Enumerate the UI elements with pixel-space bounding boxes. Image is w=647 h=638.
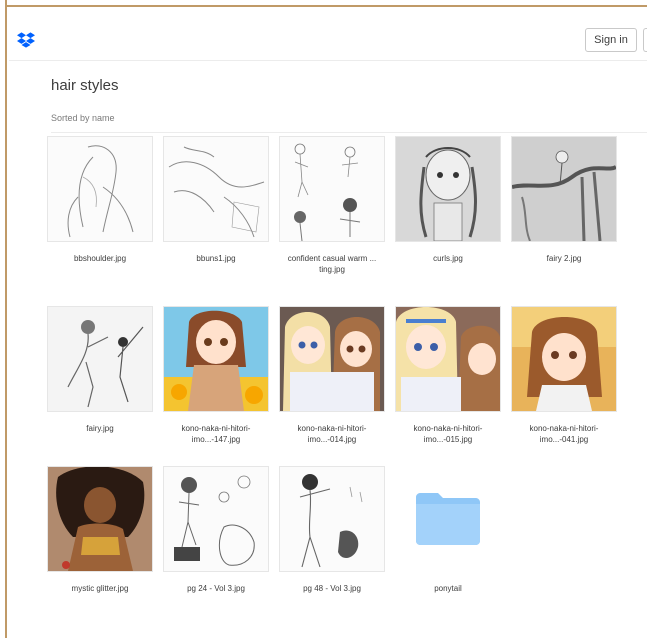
- pencil-thumbnail-icon: [512, 137, 616, 241]
- file-thumbnail[interactable]: [163, 136, 269, 242]
- file-thumbnail[interactable]: [163, 466, 269, 572]
- file-name[interactable]: pg 48 - Vol 3.jpg: [278, 583, 386, 594]
- file-thumbnail[interactable]: [511, 136, 617, 242]
- lineart-thumbnail-icon: [164, 137, 268, 241]
- file-item[interactable]: pg 24 - Vol 3.jpg: [162, 466, 270, 594]
- file-item[interactable]: curls.jpg: [394, 136, 502, 264]
- file-item[interactable]: pg 48 - Vol 3.jpg: [278, 466, 386, 594]
- file-thumbnail[interactable]: [395, 136, 501, 242]
- top-bar: Sign in: [9, 9, 647, 61]
- color-thumbnail-icon: [512, 307, 616, 411]
- file-name[interactable]: curls.jpg: [394, 253, 502, 264]
- color-thumbnail-icon: [280, 307, 384, 411]
- file-name[interactable]: fairy.jpg: [46, 423, 154, 434]
- lineart-thumbnail-icon: [280, 467, 384, 571]
- file-item[interactable]: fairy.jpg: [46, 306, 154, 434]
- file-thumbnail[interactable]: [47, 306, 153, 412]
- file-name[interactable]: kono-naka-ni-hitori-imo...-147.jpg: [162, 423, 270, 445]
- file-item[interactable]: bbshoulder.jpg: [46, 136, 154, 264]
- sign-in-button[interactable]: Sign in: [585, 28, 637, 52]
- file-name[interactable]: bbuns1.jpg: [162, 253, 270, 264]
- color-thumbnail-icon: [48, 467, 152, 571]
- file-name[interactable]: kono-naka-ni-hitori-imo...-015.jpg: [394, 423, 502, 445]
- file-item[interactable]: kono-naka-ni-hitori-imo...-147.jpg: [162, 306, 270, 445]
- folder-icon: [416, 493, 480, 545]
- lineart-thumbnail-icon: [48, 307, 152, 411]
- sign-up-button[interactable]: [643, 28, 647, 52]
- lineart-thumbnail-icon: [164, 467, 268, 571]
- file-name[interactable]: pg 24 - Vol 3.jpg: [162, 583, 270, 594]
- folder-title: hair styles: [51, 77, 119, 94]
- file-thumbnail[interactable]: [279, 306, 385, 412]
- folder-thumbnail[interactable]: [395, 466, 501, 572]
- file-name[interactable]: fairy 2.jpg: [510, 253, 618, 264]
- folder-item[interactable]: ponytail: [394, 466, 502, 594]
- sort-bar: Sorted by name: [51, 113, 647, 133]
- lineart-thumbnail-icon: [48, 137, 152, 241]
- file-thumbnail[interactable]: [279, 466, 385, 572]
- file-item[interactable]: mystic glitter.jpg: [46, 466, 154, 594]
- file-item[interactable]: kono-naka-ni-hitori-imo...-014.jpg: [278, 306, 386, 445]
- window-frame-top: [0, 0, 647, 7]
- file-item[interactable]: kono-naka-ni-hitori-imo...-041.jpg: [510, 306, 618, 445]
- pencil-thumbnail-icon: [396, 137, 500, 241]
- dropbox-logo-icon[interactable]: [17, 32, 35, 48]
- lineart-thumbnail-icon: [280, 137, 384, 241]
- sort-label[interactable]: Sorted by name: [51, 113, 115, 123]
- file-thumbnail[interactable]: [47, 136, 153, 242]
- color-thumbnail-icon: [164, 307, 268, 411]
- file-item[interactable]: confident casual warm ... ting.jpg: [278, 136, 386, 275]
- file-name[interactable]: kono-naka-ni-hitori-imo...-041.jpg: [510, 423, 618, 445]
- file-name[interactable]: bbshoulder.jpg: [46, 253, 154, 264]
- file-name[interactable]: kono-naka-ni-hitori-imo...-014.jpg: [278, 423, 386, 445]
- file-item[interactable]: fairy 2.jpg: [510, 136, 618, 264]
- file-item[interactable]: kono-naka-ni-hitori-imo...-015.jpg: [394, 306, 502, 445]
- file-name[interactable]: confident casual warm ... ting.jpg: [278, 253, 386, 275]
- folder-name[interactable]: ponytail: [394, 583, 502, 594]
- file-thumbnail[interactable]: [163, 306, 269, 412]
- file-thumbnail[interactable]: [395, 306, 501, 412]
- file-thumbnail[interactable]: [511, 306, 617, 412]
- file-name[interactable]: mystic glitter.jpg: [46, 583, 154, 594]
- window-frame-left: [0, 0, 7, 638]
- color-thumbnail-icon: [396, 307, 500, 411]
- file-item[interactable]: bbuns1.jpg: [162, 136, 270, 264]
- file-thumbnail[interactable]: [279, 136, 385, 242]
- file-thumbnail[interactable]: [47, 466, 153, 572]
